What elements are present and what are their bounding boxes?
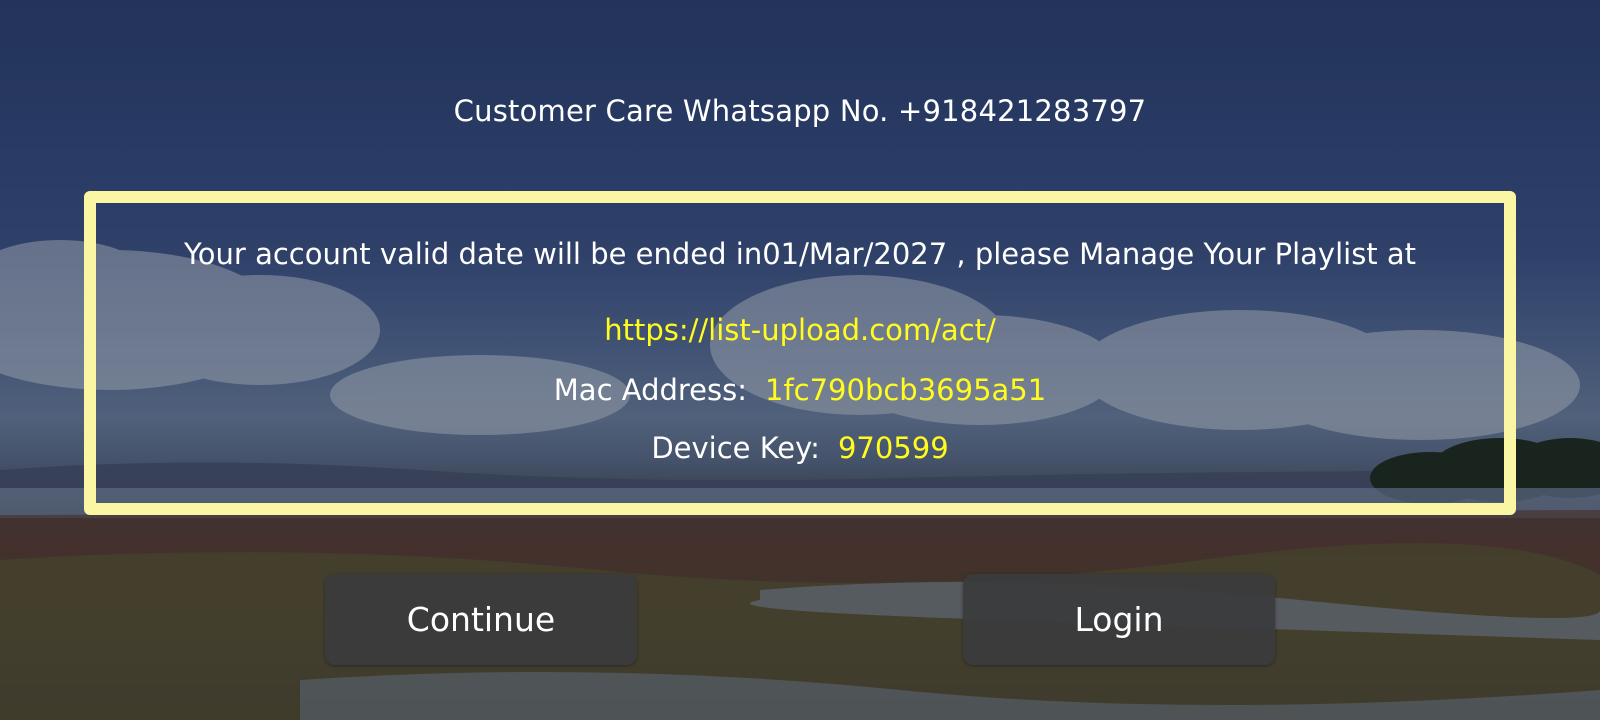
customer-care-text: Customer Care Whatsapp No. +918421283797 xyxy=(453,94,1147,128)
continue-button[interactable]: Continue xyxy=(325,574,637,665)
account-info-box: Your account valid date will be ended in… xyxy=(84,191,1516,515)
login-button[interactable]: Login xyxy=(963,574,1275,665)
mac-address-value: 1fc790bcb3695a51 xyxy=(765,373,1047,407)
device-key-row: Device Key: 970599 xyxy=(96,431,1504,465)
activation-screen: Customer Care Whatsapp No. +918421283797… xyxy=(0,0,1600,720)
validity-message: Your account valid date will be ended in… xyxy=(183,237,1417,271)
device-key-label: Device Key: xyxy=(651,431,820,465)
mac-address-label: Mac Address: xyxy=(553,373,747,407)
mac-address-row: Mac Address: 1fc790bcb3695a51 xyxy=(96,373,1504,407)
device-key-value: 970599 xyxy=(837,431,949,465)
playlist-url-link[interactable]: https://list-upload.com/act/ xyxy=(96,313,1504,347)
